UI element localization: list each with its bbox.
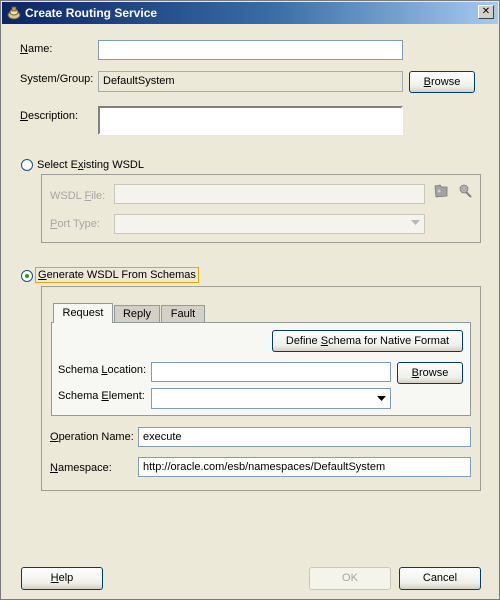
name-label: Name: (20, 43, 53, 55)
operation-name-input[interactable]: execute (138, 427, 471, 447)
cancel-button[interactable]: Cancel (399, 567, 481, 590)
schema-element-select[interactable] (151, 388, 391, 409)
description-label: Description: (20, 110, 79, 122)
generate-wsdl-label[interactable]: Generate WSDL From Schemas (35, 267, 199, 283)
system-group-browse-button[interactable]: Browse (409, 71, 475, 93)
tab-request[interactable]: Request (53, 303, 113, 323)
select-existing-wsdl-radio[interactable] (21, 159, 33, 171)
system-group-field: DefaultSystem (98, 71, 403, 92)
port-type-label: Port Type: (50, 218, 100, 230)
port-type-select[interactable] (114, 214, 425, 234)
wsdl-browse-icon[interactable] (433, 183, 449, 199)
radio-selected-dot (25, 274, 29, 278)
namespace-input[interactable]: http://oracle.com/esb/namespaces/Default… (138, 457, 471, 477)
app-icon (7, 6, 21, 20)
close-icon[interactable]: ✕ (478, 5, 494, 19)
chevron-down-icon (377, 396, 386, 401)
chevron-down-icon (411, 220, 420, 225)
service-explorer-icon[interactable] (457, 183, 473, 199)
operation-name-label: Operation Name: (50, 431, 134, 443)
define-schema-native-format-button[interactable]: Define Schema for Native Format (272, 330, 463, 352)
create-routing-service-dialog: Create Routing Service ✕ Name: System/Gr… (0, 0, 500, 600)
generate-wsdl-radio[interactable] (21, 270, 33, 282)
schema-location-input[interactable] (151, 362, 391, 382)
schema-location-label: Schema Location: (58, 364, 147, 376)
ok-button[interactable]: OK (309, 567, 391, 590)
dialog-title: Create Routing Service (25, 6, 158, 20)
help-button[interactable]: Help (21, 567, 103, 590)
name-input[interactable] (98, 40, 403, 60)
schema-location-browse-button[interactable]: Browse (397, 362, 463, 384)
tab-fault[interactable]: Fault (161, 305, 205, 323)
tab-reply[interactable]: Reply (114, 305, 160, 323)
description-input[interactable] (98, 106, 403, 135)
select-existing-wsdl-label[interactable]: Select Existing WSDL (37, 159, 144, 171)
namespace-label: Namespace: (50, 462, 112, 474)
wsdl-file-input[interactable] (114, 184, 425, 204)
schema-element-label: Schema Element: (58, 390, 145, 402)
wsdl-file-label: WSDL File: (50, 190, 106, 202)
title-bar[interactable]: Create Routing Service ✕ (2, 2, 498, 24)
system-group-label: System/Group: (20, 73, 94, 85)
